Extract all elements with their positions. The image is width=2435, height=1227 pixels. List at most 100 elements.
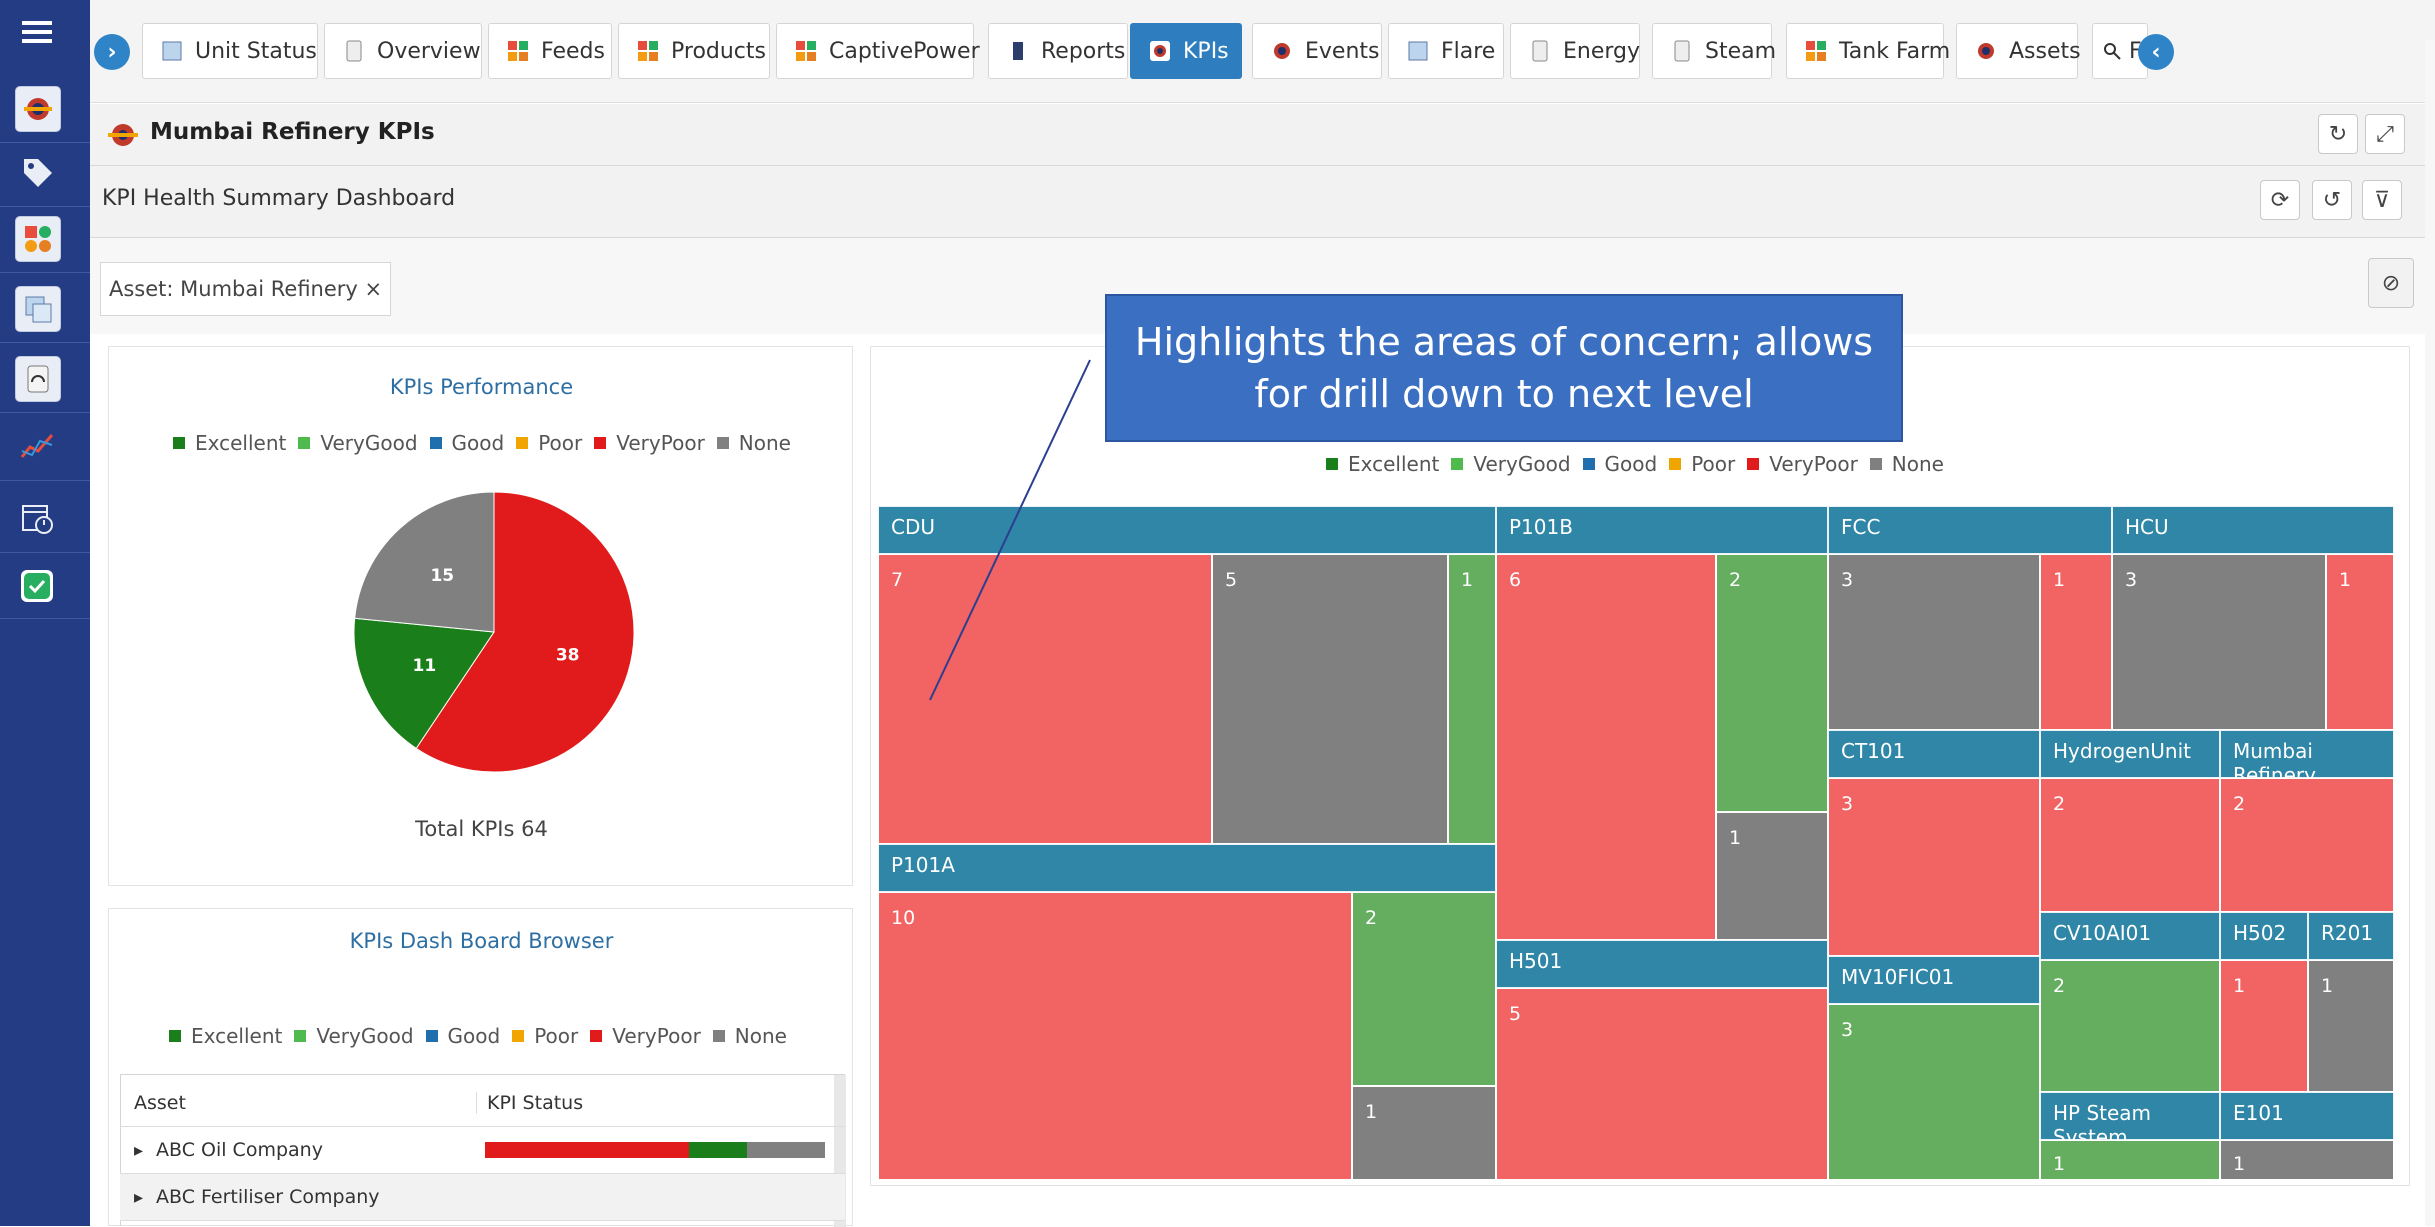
treemap-group-mv10fic01[interactable]: MV10FIC01: [1828, 956, 2040, 1004]
tab-products[interactable]: Products: [618, 23, 770, 79]
gauge-icon: [1529, 40, 1551, 62]
chevron-left-icon[interactable]: ‹: [2138, 34, 2174, 70]
treemap-cell[interactable]: 3: [1828, 1004, 2040, 1180]
logo-icon[interactable]: [15, 86, 61, 132]
legend-none: None: [716, 431, 791, 455]
treemap-cell[interactable]: 1: [2326, 554, 2394, 730]
pie-slice-none[interactable]: [354, 491, 495, 633]
treemap-group-h501[interactable]: H501: [1496, 940, 1828, 988]
treemap-cell[interactable]: 2: [1716, 554, 1828, 812]
tab-reports[interactable]: Reports: [988, 23, 1128, 79]
treemap-cell[interactable]: 1: [2040, 1140, 2220, 1180]
gauge-icon[interactable]: [15, 356, 61, 402]
expand-icon[interactable]: ▸: [134, 1187, 143, 1208]
filter-icon[interactable]: ⊽: [2362, 180, 2402, 220]
treemap-cell[interactable]: 2: [1352, 892, 1496, 1086]
treemap-group-e101[interactable]: E101: [2220, 1092, 2394, 1140]
treemap-cell[interactable]: 3: [2112, 554, 2326, 730]
treemap-cell[interactable]: 1: [1448, 554, 1496, 844]
palette-icon[interactable]: [15, 216, 61, 262]
legend-verygood: VeryGood: [294, 1024, 414, 1048]
treemap-cell[interactable]: 1: [2308, 960, 2394, 1092]
monitor-icon[interactable]: [15, 286, 61, 332]
legend-verygood: VeryGood: [1451, 452, 1571, 476]
tab-tank-farm[interactable]: Tank Farm: [1786, 23, 1950, 79]
clear-filter-icon[interactable]: ⊘: [2368, 258, 2414, 308]
treemap-group-mumbai-refinery[interactable]: Mumbai Refinery: [2220, 730, 2394, 787]
tab-overview[interactable]: Overview: [324, 23, 482, 79]
treemap-cell[interactable]: 1: [2040, 554, 2112, 730]
table-row[interactable]: ▸ ABC Fertiliser Company: [120, 1174, 845, 1221]
target-icon: [1149, 40, 1171, 62]
treemap-cell[interactable]: 2: [2220, 778, 2394, 912]
reset-icon[interactable]: ↺: [2312, 180, 2352, 220]
treemap-cell[interactable]: 1: [2220, 1140, 2394, 1180]
treemap-cell[interactable]: 3: [1828, 778, 2040, 956]
treemap-group-hp-steam-system[interactable]: HP Steam System: [2040, 1092, 2220, 1149]
trend-icon[interactable]: [15, 424, 59, 468]
treemap-cell[interactable]: 10: [878, 892, 1352, 1180]
treemap-group-r201[interactable]: R201: [2308, 912, 2394, 960]
col-kpi-status: KPI Status: [476, 1092, 583, 1114]
table-row[interactable]: ▸ ABC Oil Company: [120, 1127, 845, 1174]
tab-events[interactable]: Events: [1252, 23, 1382, 79]
gauge-icon: [343, 40, 365, 62]
treemap-cell[interactable]: 1: [2220, 960, 2308, 1092]
asset-filter-chip[interactable]: Asset: Mumbai Refinery ×: [100, 262, 392, 316]
treemap-group-fcc[interactable]: FCC: [1828, 506, 2112, 554]
chevron-right-icon[interactable]: ›: [94, 34, 130, 70]
grid-icon: [1805, 40, 1827, 62]
table-header: Asset KPI Status: [120, 1080, 845, 1127]
dashboard-title: KPI Health Summary Dashboard: [102, 186, 456, 211]
dashboard-bar: KPI Health Summary Dashboard ⟳ ↺ ⊽: [90, 166, 2425, 238]
logo-icon: [108, 120, 138, 154]
treemap-group-p101b[interactable]: P101B: [1496, 506, 1828, 554]
treemap-cell[interactable]: 1: [1716, 812, 1828, 940]
kpis-performance-panel: KPIs Performance Excellent VeryGood Good…: [108, 346, 853, 886]
treemap-cell[interactable]: 2: [2040, 960, 2220, 1092]
row-asset: ABC Oil Company: [156, 1139, 323, 1161]
tab-flare[interactable]: Flare: [1388, 23, 1504, 79]
tab-unit-status[interactable]: Unit Status: [142, 23, 318, 79]
tag-icon[interactable]: [15, 150, 59, 194]
treemap-group-ct101[interactable]: CT101: [1828, 730, 2040, 778]
calendar-clock-icon[interactable]: [15, 496, 59, 540]
legend-poor: Poor: [512, 1024, 578, 1048]
target-icon: [1975, 40, 1997, 62]
treemap-group-h502[interactable]: H502: [2220, 912, 2308, 960]
check-icon[interactable]: [15, 564, 59, 608]
sync-icon[interactable]: ⟳: [2260, 180, 2300, 220]
pie-legend: Excellent VeryGood Good Poor VeryPoor No…: [173, 431, 791, 455]
tab-captivepower[interactable]: CaptivePower: [776, 23, 980, 79]
treemap-group-cv10ai01[interactable]: CV10AI01: [2040, 912, 2220, 960]
legend-verygood: VeryGood: [298, 431, 418, 455]
legend-excellent: Excellent: [1326, 452, 1439, 476]
refresh-icon[interactable]: ↻: [2318, 114, 2358, 154]
page-scrollbar[interactable]: [2425, 40, 2435, 1226]
treemap-cell[interactable]: 6: [1496, 554, 1716, 940]
status-bar-excellent: [689, 1142, 747, 1158]
treemap-cell[interactable]: 5: [1212, 554, 1448, 844]
expand-icon[interactable]: ⤢: [2365, 114, 2405, 154]
tab-assets[interactable]: Assets: [1956, 23, 2081, 79]
treemap-cell[interactable]: 5: [1496, 988, 1828, 1180]
title-bar: Mumbai Refinery KPIs ↻ ⤢: [90, 104, 2425, 166]
gauge-icon: [1671, 40, 1693, 62]
pie-chart[interactable]: 38 11 15: [349, 487, 639, 777]
treemap-group-p101a[interactable]: P101A: [878, 844, 1496, 892]
tab-kpis[interactable]: KPIs: [1130, 23, 1242, 79]
total-kpis: Total KPIs 64: [415, 817, 548, 841]
treemap-group-hcu[interactable]: HCU: [2112, 506, 2394, 554]
legend-good: Good: [429, 431, 504, 455]
treemap-group-hydrogenunit[interactable]: HydrogenUnit: [2040, 730, 2220, 778]
pie-slice-label: 38: [556, 645, 580, 665]
menu-icon[interactable]: [15, 10, 59, 54]
tab-feeds[interactable]: Feeds: [488, 23, 612, 79]
tab-steam[interactable]: Steam: [1652, 23, 1776, 79]
treemap-cell[interactable]: 3: [1828, 554, 2040, 730]
treemap-cell[interactable]: 2: [2040, 778, 2220, 912]
document-icon: [1407, 40, 1429, 62]
expand-icon[interactable]: ▸: [134, 1140, 143, 1161]
tab-energy[interactable]: Energy: [1510, 23, 1640, 79]
treemap-cell[interactable]: 1: [1352, 1086, 1496, 1180]
